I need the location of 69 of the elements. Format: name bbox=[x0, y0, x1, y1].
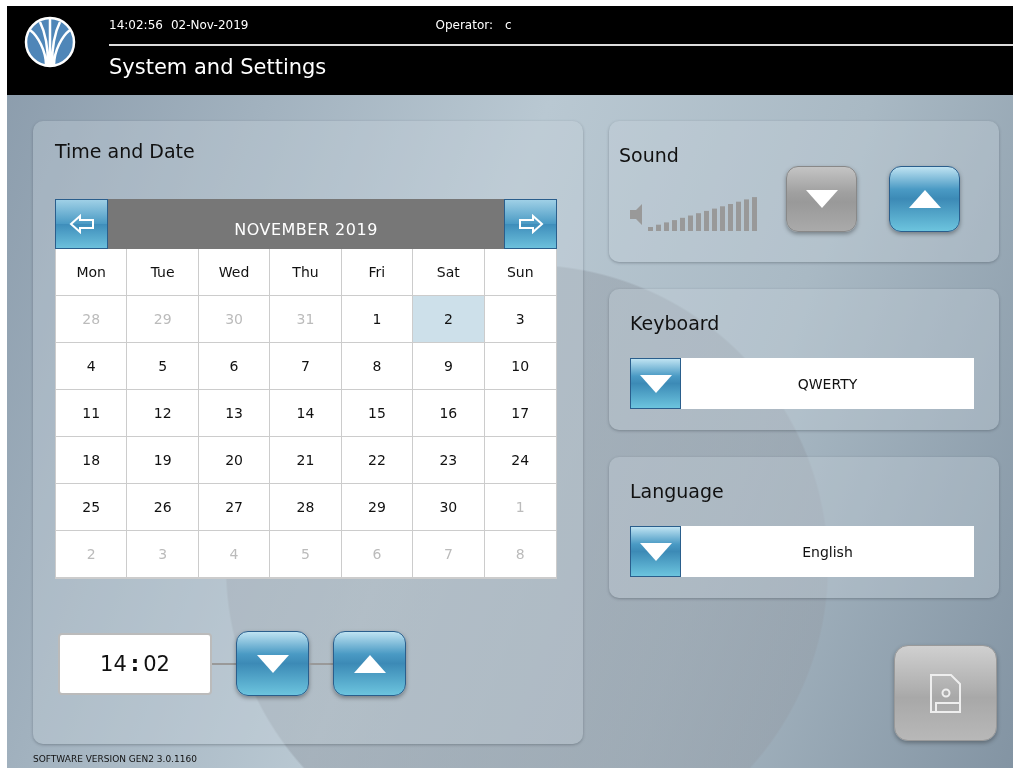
next-month-button[interactable] bbox=[504, 199, 557, 249]
volume-up-button[interactable] bbox=[889, 166, 960, 232]
date-text: 02-Nov-2019 bbox=[170, 18, 249, 32]
day-cell[interactable]: 4 bbox=[56, 343, 128, 390]
time-separator: : bbox=[130, 651, 140, 676]
volume-meter-icon bbox=[630, 197, 760, 231]
time-text: 14:02:56 bbox=[109, 18, 163, 32]
left-arrow-icon bbox=[68, 214, 95, 234]
dropdown-value: QWERTY bbox=[796, 374, 859, 394]
day-cell[interactable]: 28 bbox=[270, 484, 342, 531]
day-cell[interactable]: 25 bbox=[56, 484, 128, 531]
operator-label: Operator: bbox=[435, 18, 494, 32]
previous-month-button[interactable] bbox=[55, 199, 108, 249]
day-cell[interactable]: 15 bbox=[341, 390, 414, 437]
dropdown[interactable]: QWERTY bbox=[630, 358, 974, 409]
panel-title: Sound bbox=[619, 144, 680, 166]
down-triangle-icon bbox=[805, 190, 838, 208]
day-cell[interactable]: 22 bbox=[341, 437, 414, 484]
day-cell[interactable]: 29 bbox=[341, 484, 414, 531]
decrease-button[interactable] bbox=[236, 631, 309, 696]
panel-title: Keyboard bbox=[630, 312, 721, 334]
day-cell[interactable]: 12 bbox=[127, 390, 199, 437]
day-cell[interactable]: 13 bbox=[198, 390, 271, 437]
day-cell[interactable]: 20 bbox=[198, 437, 271, 484]
down-triangle-icon bbox=[639, 542, 672, 561]
hours-text: 14 bbox=[100, 651, 127, 676]
day-cell[interactable]: 14 bbox=[270, 390, 342, 437]
logo-icon bbox=[24, 16, 76, 68]
day-cell[interactable]: 30 bbox=[413, 484, 485, 531]
day-cell[interactable]: 10 bbox=[484, 343, 556, 390]
day-cell[interactable]: 19 bbox=[127, 437, 199, 484]
day-cell[interactable]: 18 bbox=[56, 437, 128, 484]
right-arrow-icon bbox=[517, 214, 544, 234]
down-triangle-icon bbox=[639, 374, 672, 393]
weekday-cell: Mon bbox=[56, 249, 128, 296]
day-cell[interactable]: 11 bbox=[56, 390, 128, 437]
day-cell[interactable]: 7 bbox=[270, 343, 342, 390]
day-cell[interactable]: 9 bbox=[413, 343, 485, 390]
day-cell[interactable]: 5 bbox=[127, 343, 199, 390]
screen-title: System and Settings bbox=[109, 55, 328, 79]
day-cell[interactable]: 8 bbox=[341, 343, 414, 390]
month-label: NOVEMBER 2019 bbox=[234, 219, 378, 239]
day-cell[interactable]: 17 bbox=[484, 390, 556, 437]
day-cell[interactable]: 21 bbox=[270, 437, 342, 484]
time-field[interactable]: 14 : 02 bbox=[58, 632, 212, 695]
day-cell[interactable]: 23 bbox=[413, 437, 485, 484]
weekday-cell: Wed bbox=[198, 249, 271, 296]
dropdown[interactable]: English bbox=[630, 526, 974, 577]
panel-title: Time and Date bbox=[55, 140, 196, 162]
up-triangle-icon bbox=[908, 190, 941, 208]
panel-title: Language bbox=[630, 480, 725, 502]
day-cell[interactable]: 27 bbox=[198, 484, 271, 531]
day-cell[interactable]: 26 bbox=[127, 484, 199, 531]
up-triangle-icon bbox=[353, 654, 386, 673]
operator-name: c bbox=[505, 18, 512, 32]
day-cell[interactable]: 6 bbox=[198, 343, 271, 390]
weekday-cell: Tue bbox=[127, 249, 199, 296]
minutes-text: 02 bbox=[143, 651, 170, 676]
weekday-cell: Sun bbox=[484, 249, 556, 296]
increase-button[interactable] bbox=[333, 631, 406, 696]
day-cell[interactable]: 16 bbox=[413, 390, 485, 437]
version-text: SOFTWARE VERSION GEN2 3.0.1160 bbox=[32, 753, 198, 766]
day-cell[interactable]: 3 bbox=[484, 296, 556, 343]
dropdown-value: English bbox=[801, 542, 854, 562]
day-cell[interactable]: 24 bbox=[484, 437, 556, 484]
down-triangle-icon bbox=[256, 654, 289, 673]
weekday-cell: Fri bbox=[341, 249, 414, 296]
day-cell[interactable]: 2 bbox=[413, 296, 485, 343]
weekday-cell: Thu bbox=[270, 249, 342, 296]
